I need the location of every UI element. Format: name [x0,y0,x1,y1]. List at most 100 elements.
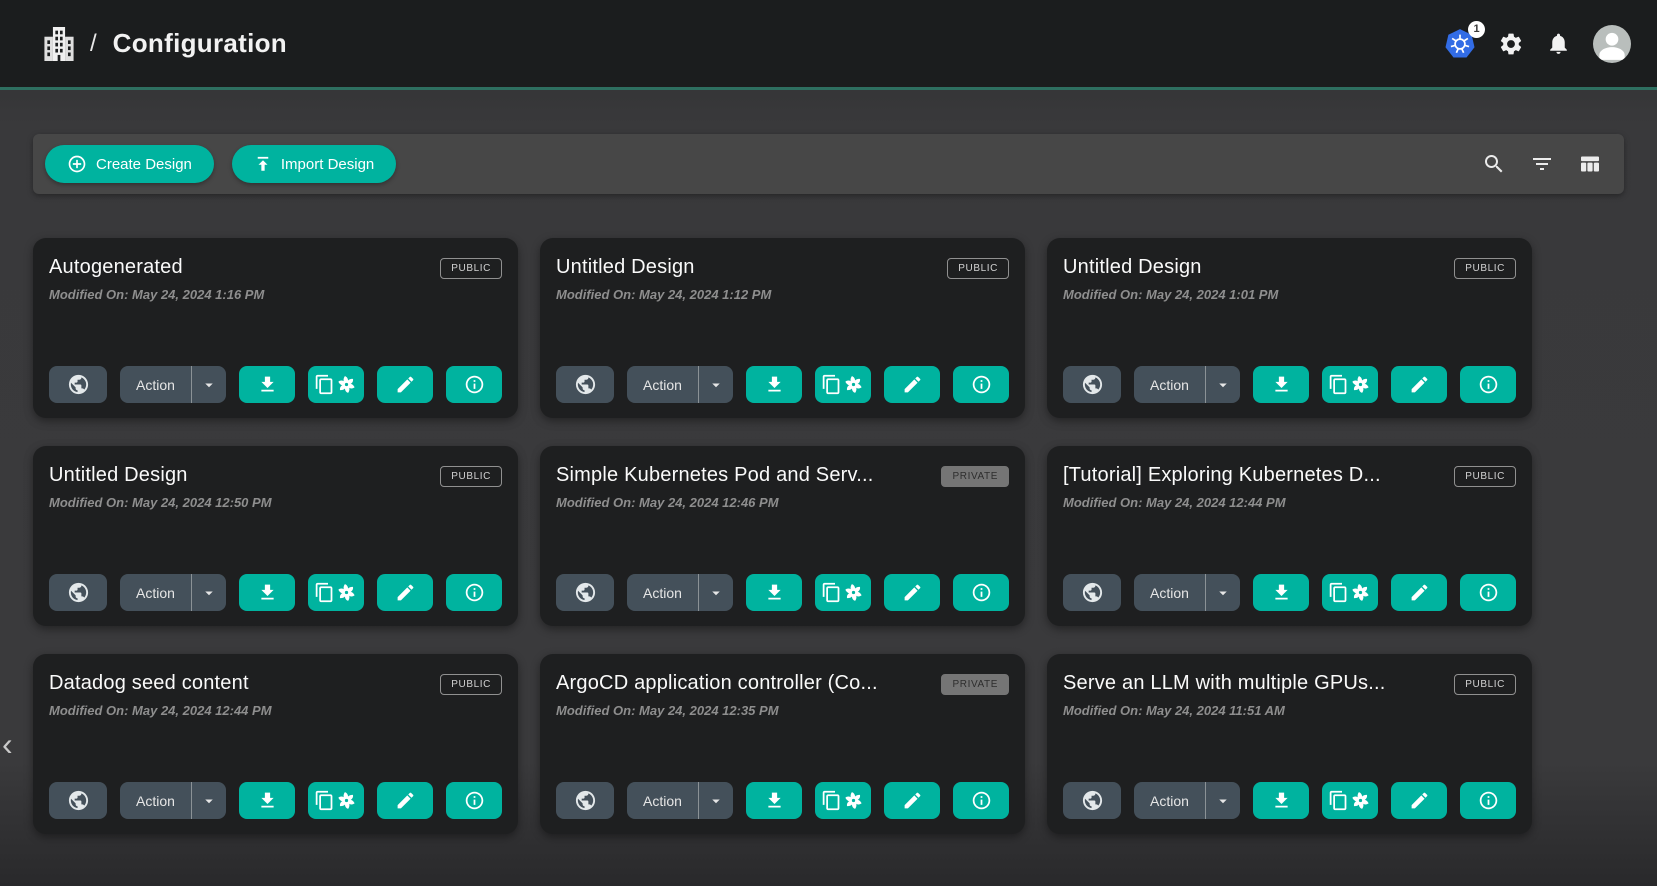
download-button[interactable] [746,366,802,403]
visibility-globe-button[interactable] [1063,782,1121,819]
clone-button[interactable] [308,574,364,611]
info-button[interactable] [446,574,502,611]
edit-button[interactable] [377,782,433,819]
design-title: Untitled Design [49,464,440,487]
edit-button[interactable] [1391,366,1447,403]
modified-timestamp: Modified On: May 24, 2024 1:12 PM [556,287,1009,302]
visibility-globe-button[interactable] [49,366,107,403]
edit-button[interactable] [884,782,940,819]
visibility-badge: PUBLIC [947,258,1009,279]
modified-timestamp: Modified On: May 24, 2024 1:16 PM [49,287,502,302]
clone-button[interactable] [1322,366,1378,403]
info-button[interactable] [953,782,1009,819]
action-dropdown-button[interactable] [1206,782,1240,819]
clone-button[interactable] [1322,574,1378,611]
action-button[interactable]: Action [120,574,191,611]
info-button[interactable] [1460,574,1516,611]
edit-button[interactable] [1391,782,1447,819]
info-button[interactable] [953,366,1009,403]
visibility-globe-button[interactable] [556,782,614,819]
clone-button[interactable] [308,366,364,403]
edit-button[interactable] [884,574,940,611]
download-icon [1271,582,1292,603]
download-button[interactable] [1253,366,1309,403]
modified-timestamp: Modified On: May 24, 2024 1:01 PM [1063,287,1516,302]
action-split-button: Action [627,574,733,611]
action-button[interactable]: Action [1134,574,1205,611]
caret-down-icon [1214,584,1232,602]
action-split-button: Action [120,366,226,403]
edit-pencil-icon [902,790,923,811]
sidebar-collapse-chevron[interactable]: ‹ [2,728,13,760]
action-dropdown-button[interactable] [192,366,226,403]
action-dropdown-button[interactable] [1206,366,1240,403]
info-button[interactable] [446,782,502,819]
info-icon [971,374,992,395]
edit-button[interactable] [377,366,433,403]
action-dropdown-button[interactable] [699,574,733,611]
filter-button[interactable] [1530,152,1554,176]
create-design-button[interactable]: Create Design [45,145,214,183]
action-dropdown-button[interactable] [699,782,733,819]
download-button[interactable] [1253,574,1309,611]
download-button[interactable] [746,782,802,819]
action-button[interactable]: Action [627,366,698,403]
info-button[interactable] [446,366,502,403]
action-button[interactable]: Action [120,782,191,819]
action-button[interactable]: Action [627,574,698,611]
spin-icon [335,373,358,396]
download-icon [764,582,785,603]
settings-button[interactable] [1498,31,1524,57]
edit-pencil-icon [902,374,923,395]
modified-timestamp: Modified On: May 24, 2024 12:35 PM [556,703,1009,718]
globe-icon [574,373,597,396]
action-split-button: Action [1134,782,1240,819]
edit-button[interactable] [1391,574,1447,611]
globe-icon [67,581,90,604]
kubernetes-context-button[interactable]: 1 [1444,28,1476,60]
info-button[interactable] [1460,366,1516,403]
action-split-button: Action [627,366,733,403]
action-dropdown-button[interactable] [1206,574,1240,611]
info-icon [1478,374,1499,395]
action-dropdown-button[interactable] [699,366,733,403]
clone-button[interactable] [815,366,871,403]
building-logo-icon[interactable] [44,27,74,61]
import-design-button[interactable]: Import Design [232,145,396,183]
action-button[interactable]: Action [627,782,698,819]
search-button[interactable] [1482,152,1506,176]
edit-button[interactable] [884,366,940,403]
visibility-globe-button[interactable] [556,366,614,403]
visibility-badge: PUBLIC [440,466,502,487]
action-button[interactable]: Action [120,366,191,403]
visibility-globe-button[interactable] [1063,574,1121,611]
download-button[interactable] [1253,782,1309,819]
clone-button[interactable] [308,782,364,819]
notifications-button[interactable] [1546,31,1571,56]
info-button[interactable] [953,574,1009,611]
visibility-globe-button[interactable] [556,574,614,611]
visibility-globe-button[interactable] [1063,366,1121,403]
download-button[interactable] [239,366,295,403]
download-icon [1271,374,1292,395]
action-dropdown-button[interactable] [192,782,226,819]
toolbar-view-controls [1482,152,1602,176]
clone-button[interactable] [1322,782,1378,819]
download-button[interactable] [239,782,295,819]
action-dropdown-button[interactable] [192,574,226,611]
caret-down-icon [707,584,725,602]
action-button[interactable]: Action [1134,366,1205,403]
visibility-globe-button[interactable] [49,782,107,819]
info-button[interactable] [1460,782,1516,819]
edit-button[interactable] [377,574,433,611]
clone-button[interactable] [815,574,871,611]
table-view-button[interactable] [1578,152,1602,176]
visibility-globe-button[interactable] [49,574,107,611]
card-action-row: Action [556,574,1009,611]
clone-button[interactable] [815,782,871,819]
user-avatar[interactable] [1593,25,1631,63]
copy-icon [1328,790,1349,811]
download-button[interactable] [746,574,802,611]
download-button[interactable] [239,574,295,611]
action-button[interactable]: Action [1134,782,1205,819]
